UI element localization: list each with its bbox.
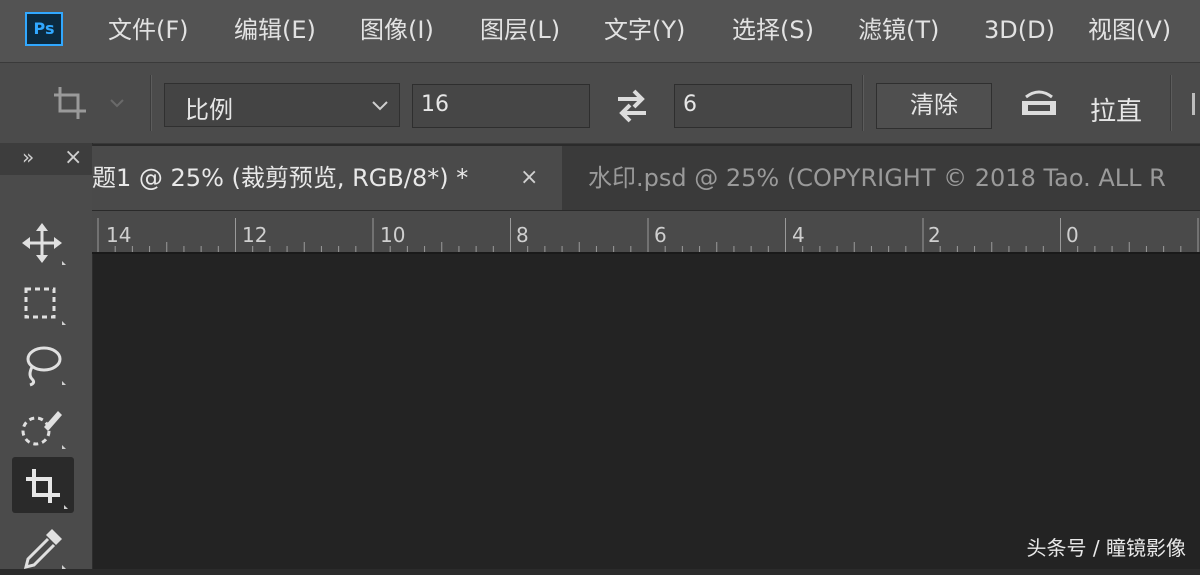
watermark-text: 头条号 / 瞳镜影像 [1026, 536, 1186, 560]
ruler-label: 14 [106, 223, 132, 247]
quick-selection-tool[interactable] [12, 399, 74, 455]
options-overflow [1192, 93, 1195, 115]
clear-button[interactable]: 清除 [876, 83, 992, 129]
document-tab-active[interactable]: 题1 @ 25% (裁剪预览, RGB/8*) * × [92, 146, 562, 210]
lasso-icon [26, 346, 66, 387]
close-panel-icon[interactable]: × [64, 145, 82, 170]
menu-file[interactable]: 文件(F) [108, 10, 189, 50]
crop-tool[interactable] [12, 457, 74, 513]
close-tab-icon[interactable]: × [520, 146, 538, 210]
straighten-icon[interactable] [1018, 87, 1062, 123]
width-input[interactable]: 16 [412, 84, 590, 128]
expand-panel-icon[interactable]: » [22, 145, 34, 169]
separator [150, 75, 152, 131]
menu-type[interactable]: 文字(Y) [604, 10, 685, 50]
menu-edit[interactable]: 编辑(E) [234, 10, 316, 50]
document-canvas[interactable]: 头条号 / 瞳镜影像 [93, 254, 1200, 569]
menu-3d[interactable]: 3D(D) [984, 10, 1055, 50]
chevron-down-icon [110, 99, 124, 108]
eyedropper-tool[interactable] [12, 519, 74, 575]
ruler-label: 0 [1066, 223, 1079, 247]
document-tabs: 题1 @ 25% (裁剪预览, RGB/8*) * × 水印.psd @ 25%… [92, 146, 1200, 211]
crop-icon [26, 469, 68, 509]
move-tool[interactable] [12, 215, 74, 271]
ruler-label: 4 [792, 223, 805, 247]
height-input[interactable]: 6 [674, 84, 852, 128]
document-tab-title: 水印.psd @ 25% (COPYRIGHT © 2018 Tao. ALL … [588, 164, 1166, 192]
tools-panel-header: » × [0, 143, 92, 175]
document-tab-title: 题1 @ 25% (裁剪预览, RGB/8*) * [92, 164, 469, 192]
ratio-select-value: 比例 [185, 96, 233, 124]
quick-selection-icon [21, 411, 66, 449]
move-icon [22, 223, 66, 265]
straighten-label[interactable]: 拉直 [1090, 91, 1142, 128]
ruler-label: 6 [654, 223, 667, 247]
ruler-label: 2 [928, 223, 941, 247]
marquee-tool[interactable] [12, 275, 74, 331]
separator [1170, 75, 1172, 131]
separator [862, 75, 864, 131]
chevron-down-icon [372, 101, 388, 111]
menu-filter[interactable]: 滤镜(T) [858, 10, 939, 50]
menu-select[interactable]: 选择(S) [732, 10, 814, 50]
tools-panel: » × [0, 143, 93, 570]
menu-view[interactable]: 视图(V) [1088, 10, 1171, 50]
ruler-label: 10 [380, 223, 406, 247]
tool-preset-picker[interactable] [40, 81, 140, 125]
eyedropper-icon [23, 529, 66, 570]
ruler-label: 8 [516, 223, 529, 247]
menu-layer[interactable]: 图层(L) [480, 10, 560, 50]
ratio-select[interactable]: 比例 [164, 83, 400, 127]
ruler-label: 12 [242, 223, 268, 247]
document-tab-inactive[interactable]: 水印.psd @ 25% (COPYRIGHT © 2018 Tao. ALL … [588, 146, 1200, 210]
menu-bar: Ps 文件(F) 编辑(E) 图像(I) 图层(L) 文字(Y) 选择(S) 滤… [0, 0, 1200, 63]
menu-image[interactable]: 图像(I) [360, 10, 434, 50]
photoshop-logo: Ps [25, 12, 63, 46]
crop-icon [54, 87, 86, 119]
lasso-tool[interactable] [12, 335, 74, 391]
swap-icon[interactable] [612, 85, 652, 125]
rectangle-marquee-icon [24, 287, 66, 325]
horizontal-ruler[interactable]: 14 12 10 8 6 4 2 0 [92, 211, 1200, 254]
options-bar: 比例 16 6 清除 拉直 [0, 63, 1200, 144]
